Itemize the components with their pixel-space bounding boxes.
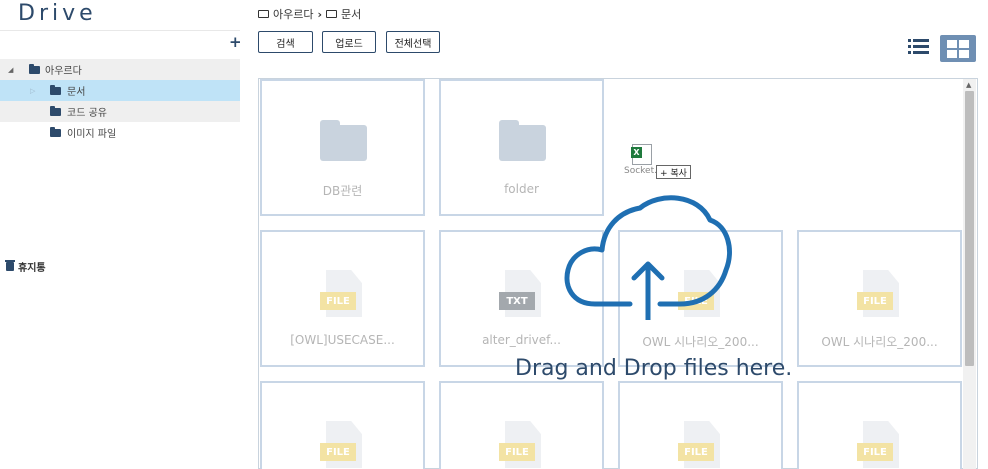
scroll-thumb[interactable]: [965, 91, 974, 366]
file-card[interactable]: FILE: [260, 381, 425, 469]
trash-link[interactable]: 휴지통: [5, 259, 46, 274]
add-folder-button[interactable]: +: [229, 33, 242, 51]
breadcrumb-item[interactable]: 아우르다: [273, 6, 313, 22]
folder-icon: [29, 63, 40, 74]
breadcrumb: 아우르다 › 문서: [258, 6, 361, 22]
file-card[interactable]: FILE: [618, 381, 783, 469]
file-type-badge: TXT: [499, 292, 535, 310]
excel-file-icon: X: [631, 144, 652, 165]
expand-caret-icon[interactable]: ◢: [8, 66, 13, 74]
folder-icon: [499, 120, 546, 161]
search-button[interactable]: 검색: [258, 31, 313, 53]
upload-button[interactable]: 업로드: [322, 31, 376, 53]
folder-tree: ◢ 아우르다 ▷ 문서 코드 공유 이미지 파일: [0, 59, 240, 143]
tree-item-documents[interactable]: ▷ 문서: [0, 80, 240, 101]
folder-icon: [320, 120, 367, 161]
folder-outline-icon: [326, 10, 338, 18]
app-logo: Drive: [18, 1, 97, 26]
file-type-badge: FILE: [678, 443, 714, 461]
sidebar: Drive + ◢ 아우르다 ▷ 문서 코드 공유 이미지 파일 휴지통: [0, 0, 245, 469]
grid-view-icon[interactable]: [940, 35, 976, 62]
file-name: [OWL]USECASE...: [290, 333, 395, 347]
file-name: DB관련: [322, 184, 363, 198]
folder-outline-icon: [258, 10, 269, 18]
folder-icon: [50, 84, 61, 95]
file-type-badge: FILE: [499, 443, 535, 461]
select-all-button[interactable]: 전체선택: [386, 31, 440, 53]
trash-icon: [5, 260, 15, 271]
scroll-up-arrow-icon[interactable]: ▲: [966, 81, 971, 89]
copy-tooltip: + 복사: [656, 165, 691, 179]
tree-item-label: 문서: [67, 87, 86, 98]
tree-item-label: 이미지 파일: [67, 129, 117, 140]
file-card[interactable]: FILE: [797, 381, 962, 469]
tree-item-root[interactable]: ◢ 아우르다: [0, 59, 240, 80]
breadcrumb-item[interactable]: 문서: [341, 6, 361, 22]
drop-message: Drag and Drop files here.: [515, 356, 793, 381]
tree-item-code-share[interactable]: 코드 공유: [0, 101, 240, 122]
file-name: OWL 시나리오_200...: [642, 335, 759, 349]
divider: [0, 30, 240, 31]
cloud-upload-icon: [564, 195, 732, 320]
tree-item-label: 아우르다: [45, 66, 82, 77]
folder-icon: [50, 126, 61, 137]
trash-label: 휴지통: [18, 263, 46, 274]
file-type-badge: FILE: [320, 443, 356, 461]
file-name: alter_drivef...: [482, 333, 561, 347]
file-type-badge: FILE: [857, 292, 893, 310]
list-view-icon[interactable]: [908, 38, 930, 56]
vertical-scrollbar[interactable]: ▲: [963, 79, 976, 469]
file-type-badge: FILE: [857, 443, 893, 461]
file-card[interactable]: FILE: [439, 381, 604, 469]
folder-card[interactable]: DB관련: [260, 79, 425, 216]
file-card[interactable]: FILE OWL 시나리오_200...: [797, 230, 962, 367]
folder-icon: [50, 105, 61, 116]
tree-item-label: 코드 공유: [67, 108, 107, 119]
file-name: OWL 시나리오_200...: [821, 335, 938, 349]
file-card[interactable]: FILE [OWL]USECASE...: [260, 230, 425, 367]
file-type-badge: FILE: [320, 292, 356, 310]
breadcrumb-separator: ›: [317, 7, 323, 21]
tree-item-images[interactable]: 이미지 파일: [0, 122, 240, 143]
expand-caret-icon[interactable]: ▷: [30, 87, 35, 95]
